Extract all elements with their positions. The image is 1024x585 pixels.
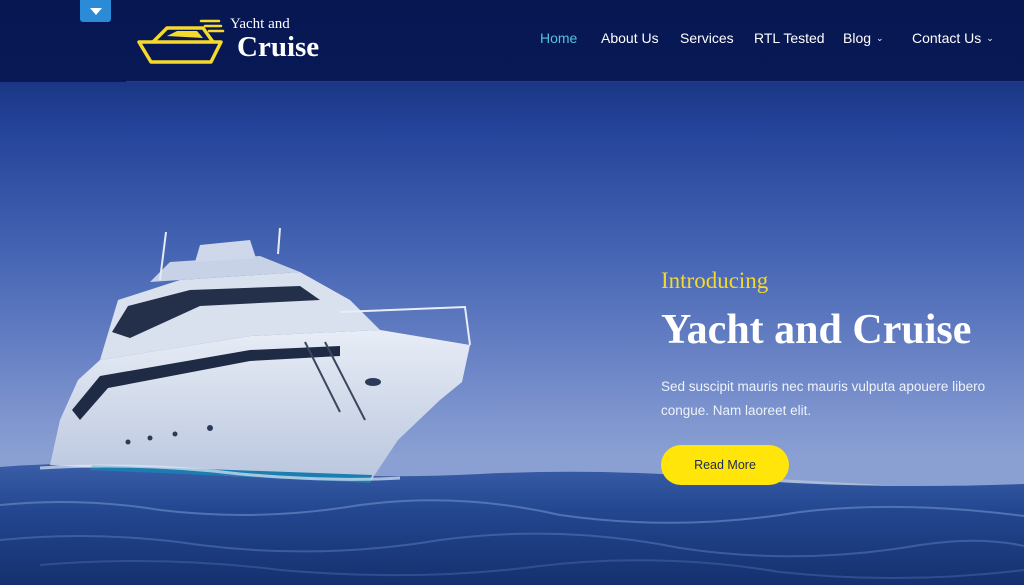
nav-about[interactable]: About Us <box>601 30 659 46</box>
hero-title: Yacht and Cruise <box>661 307 972 353</box>
hero-banner <box>0 0 1024 585</box>
yacht-sea-image <box>0 227 1024 585</box>
read-more-button[interactable]: Read More <box>661 445 789 485</box>
nav-contact[interactable]: Contact Us ⌄ <box>912 30 994 46</box>
hero-eyebrow: Introducing <box>661 268 769 293</box>
nav-blog[interactable]: Blog ⌄ <box>843 30 884 46</box>
main-nav: Home About Us Services RTL Tested Blog ⌄ … <box>0 30 1024 50</box>
chevron-down-icon: ⌄ <box>986 33 994 43</box>
nav-services[interactable]: Services <box>680 30 734 46</box>
nav-blog-label: Blog <box>843 30 872 46</box>
hero-description: Sed suscipit mauris nec mauris vulputa a… <box>661 379 986 418</box>
caret-down-icon <box>89 7 102 15</box>
chevron-down-icon: ⌄ <box>876 33 884 43</box>
nav-rtl-tested[interactable]: RTL Tested <box>754 30 825 46</box>
top-bar-toggle-button[interactable] <box>80 0 111 22</box>
nav-home[interactable]: Home <box>540 30 577 46</box>
header-divider <box>126 81 1024 82</box>
nav-contact-label: Contact Us <box>912 30 982 46</box>
